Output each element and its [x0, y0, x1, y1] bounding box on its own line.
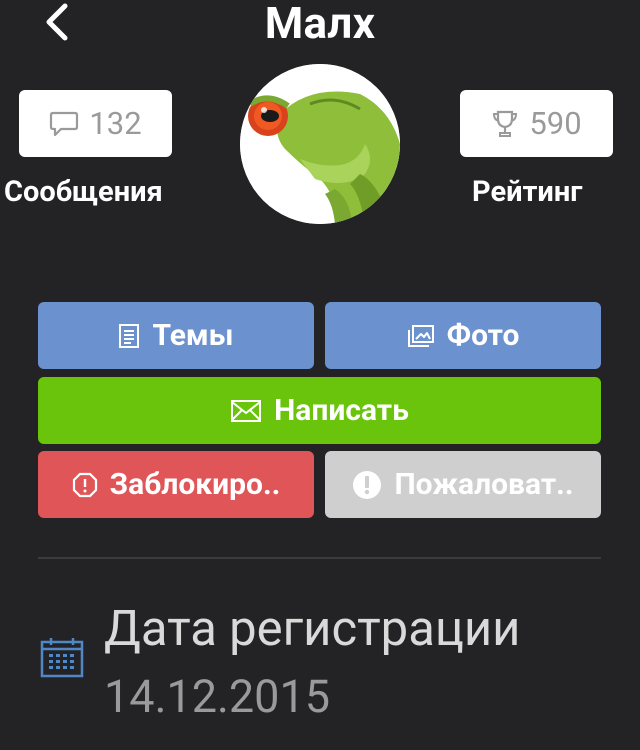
- registration-title: Дата регистрации: [104, 600, 521, 657]
- registration-date: 14.12.2015: [104, 670, 331, 723]
- messages-count: 132: [89, 105, 142, 142]
- report-button[interactable]: Пожаловат..: [325, 451, 601, 518]
- page-title: Малх: [264, 0, 376, 49]
- report-label: Пожаловат..: [394, 467, 574, 502]
- write-message-button[interactable]: Написать: [38, 377, 601, 444]
- block-label: Заблокиро..: [109, 467, 281, 502]
- block-button[interactable]: Заблокиро..: [38, 451, 314, 518]
- rating-label: Рейтинг: [472, 175, 583, 209]
- frog-avatar-image: [240, 64, 400, 224]
- rating-count-button[interactable]: 590: [460, 90, 613, 157]
- document-icon: [119, 323, 140, 348]
- photo-button[interactable]: Фото: [325, 302, 601, 369]
- section-divider: [38, 557, 601, 559]
- photo-icon: [407, 324, 434, 347]
- write-label: Написать: [274, 393, 409, 428]
- exclamation-circle-icon: [353, 470, 382, 499]
- calendar-icon: [40, 638, 84, 678]
- rating-count: 590: [529, 105, 582, 142]
- profile-screen: Малх 132 Сообщения 590 Рейтинг Темы Фото…: [0, 0, 640, 750]
- topics-label: Темы: [152, 318, 234, 353]
- messages-label: Сообщения: [4, 175, 163, 209]
- speech-bubble-icon: [50, 111, 79, 136]
- trophy-icon: [493, 110, 518, 137]
- avatar[interactable]: [240, 64, 400, 224]
- messages-count-button[interactable]: 132: [19, 90, 172, 157]
- envelope-icon: [231, 399, 262, 422]
- topics-button[interactable]: Темы: [38, 302, 314, 369]
- photo-label: Фото: [446, 318, 520, 353]
- stop-octagon-icon: [72, 472, 97, 497]
